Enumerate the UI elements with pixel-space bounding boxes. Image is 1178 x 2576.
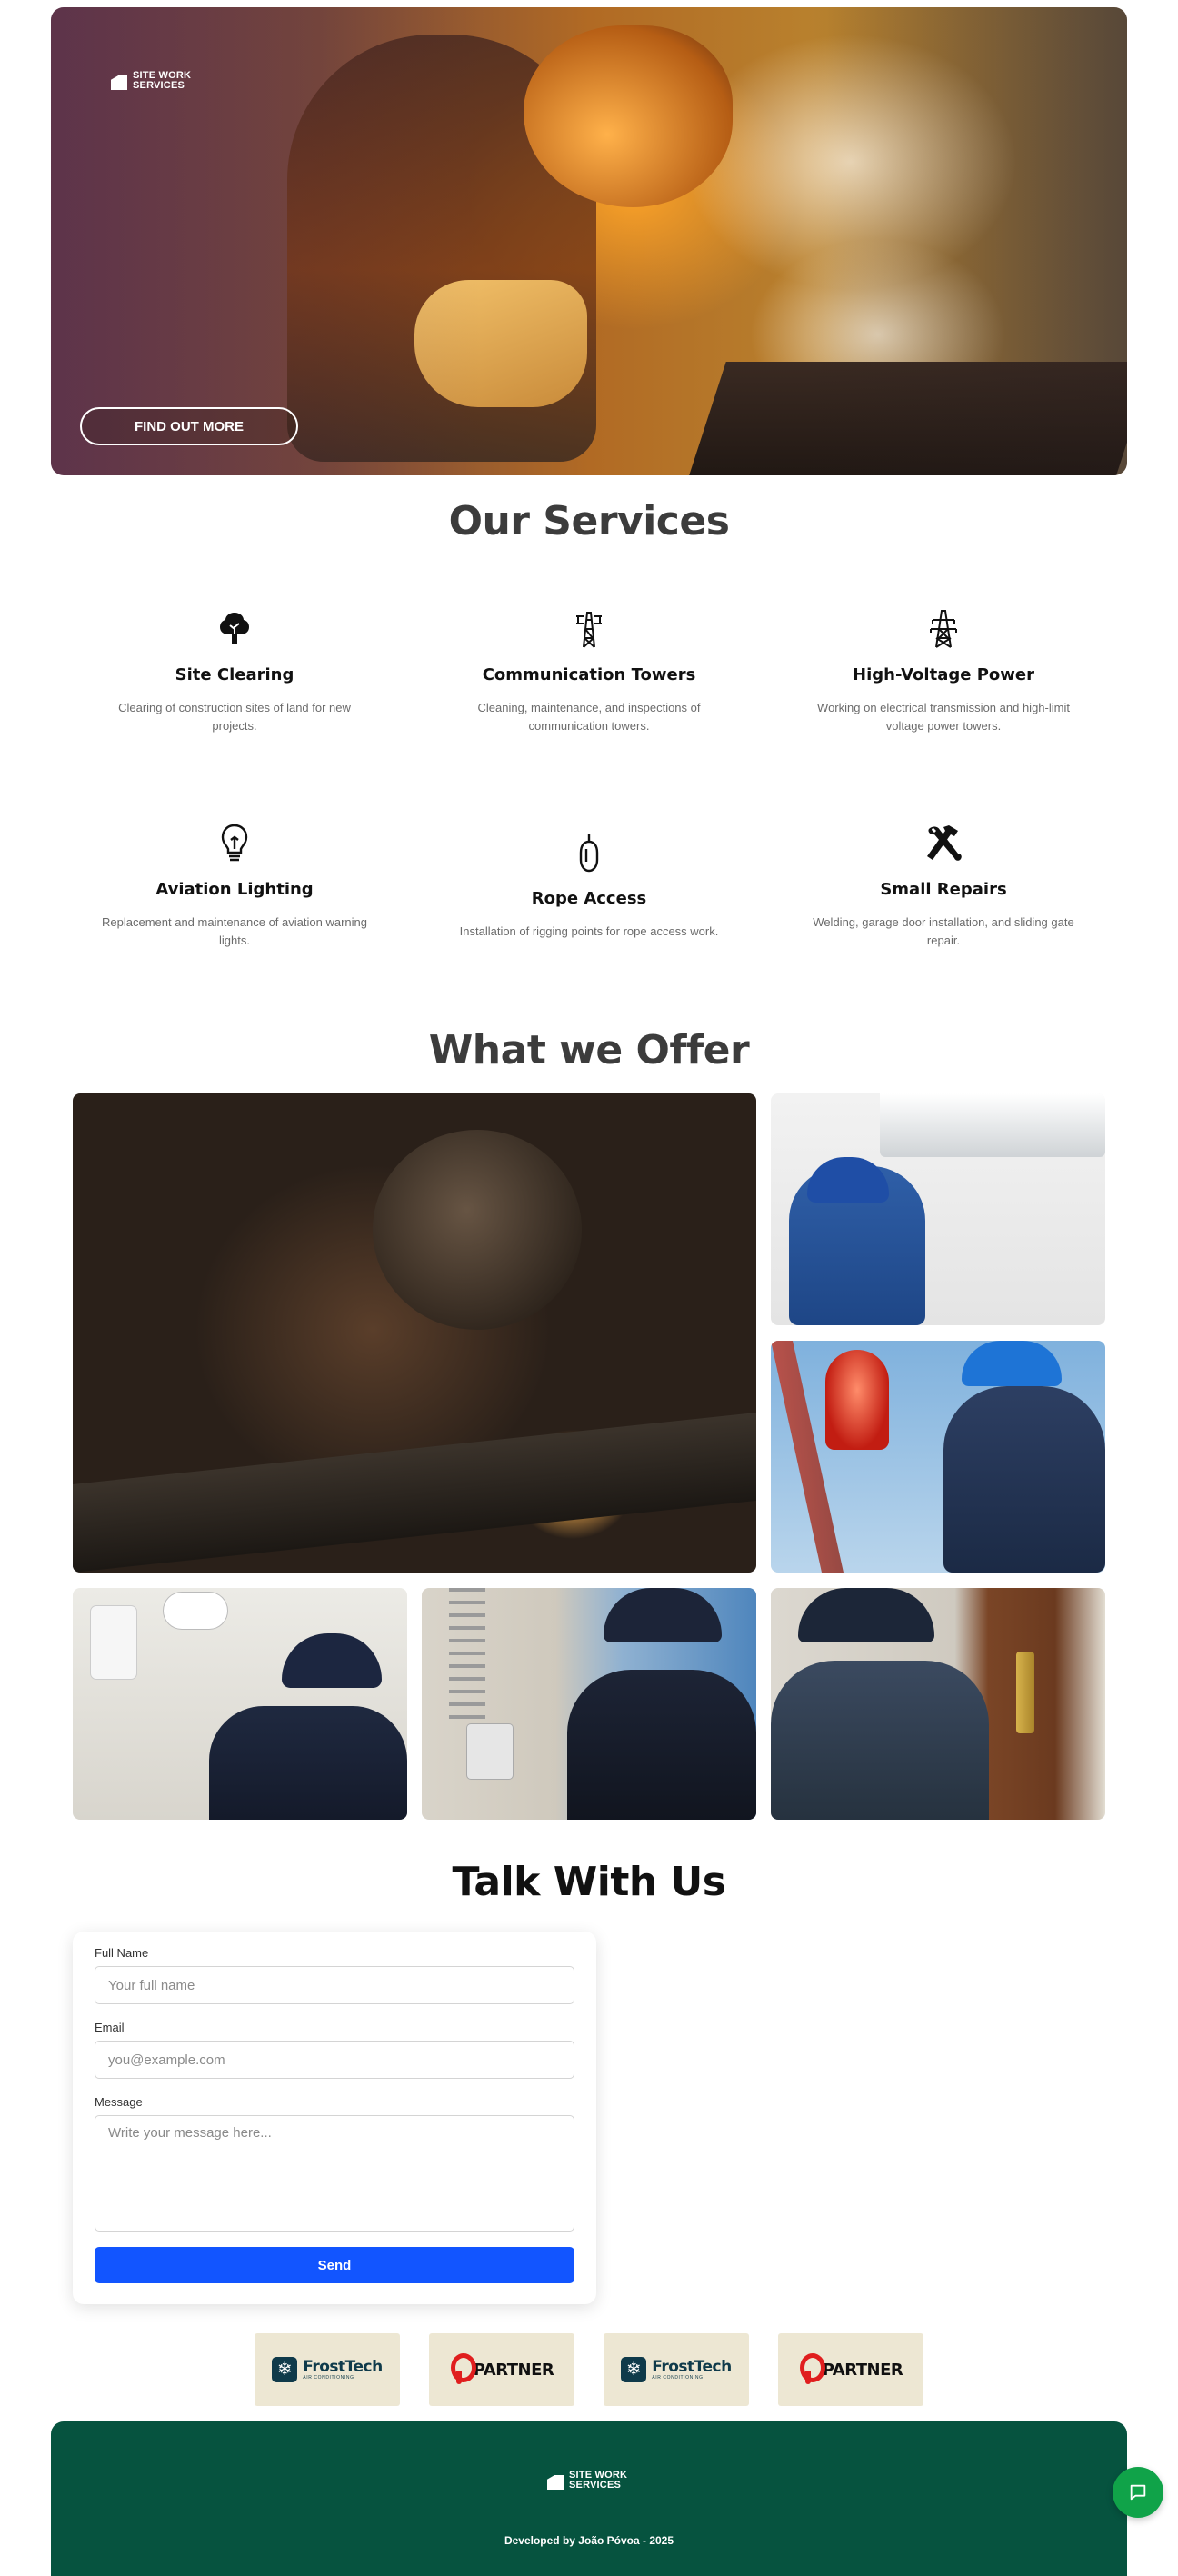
partner-logo-pin[interactable]: PARTNER xyxy=(778,2333,923,2406)
service-title: Small Repairs xyxy=(880,880,1007,899)
service-description: Working on electrical transmission and h… xyxy=(817,701,1070,733)
contact-title: Talk With Us xyxy=(452,1859,726,1905)
partner-logo-pin[interactable]: PARTNER xyxy=(429,2333,574,2406)
communication-tower-icon xyxy=(576,612,602,648)
footer-credit: Developed by João Póvoa - 2025 xyxy=(504,2534,674,2547)
offer-image-air-conditioning xyxy=(771,1093,1105,1325)
send-button[interactable]: Send xyxy=(95,2247,574,2283)
chat-bubble-icon xyxy=(1130,2484,1146,2501)
message-textarea[interactable] xyxy=(95,2115,574,2232)
carabiner-icon xyxy=(579,834,599,873)
partner-name: PARTNER xyxy=(473,2360,554,2380)
logo-line-2: SERVICES xyxy=(133,80,185,91)
hero-banner: SITE WORK SERVICES FIND OUT MORE xyxy=(51,7,1127,475)
partner-subtitle: AIR CONDITIONING xyxy=(652,2374,704,2381)
partner-logo-frosttech[interactable]: ❄ FrostTech AIR CONDITIONING xyxy=(604,2333,749,2406)
service-rope-access: Rope Access Installation of rigging poin… xyxy=(444,831,734,941)
full-name-label: Full Name xyxy=(95,1946,149,1960)
snowflake-icon: ❄ xyxy=(621,2357,647,2382)
hammer-wrench-icon xyxy=(927,825,962,861)
power-pylon-icon xyxy=(930,610,957,648)
partner-name: FrostTech xyxy=(303,2357,383,2376)
service-title: High-Voltage Power xyxy=(853,665,1034,684)
service-description: Clearing of construction sites of land f… xyxy=(118,701,351,733)
service-title: Communication Towers xyxy=(482,665,696,684)
service-site-clearing: Site Clearing Clearing of construction s… xyxy=(89,607,380,735)
location-pin-icon xyxy=(450,2353,476,2386)
email-input[interactable] xyxy=(95,2041,574,2079)
site-logo[interactable]: SITE WORK SERVICES xyxy=(111,71,191,91)
snowflake-icon: ❄ xyxy=(272,2357,298,2382)
service-aviation-lighting: Aviation Lighting Replacement and mainte… xyxy=(89,822,380,950)
offer-image-aviation-light xyxy=(771,1341,1105,1573)
lightbulb-icon xyxy=(221,824,248,862)
location-pin-icon xyxy=(799,2353,825,2386)
service-small-repairs: Small Repairs Welding, garage door insta… xyxy=(798,822,1089,950)
service-description: Replacement and maintenance of aviation … xyxy=(102,915,367,947)
offer-title: What we Offer xyxy=(428,1027,750,1073)
partner-name: FrostTech xyxy=(652,2357,732,2376)
find-out-more-button[interactable]: FIND OUT MORE xyxy=(80,407,298,445)
partner-logo-frosttech[interactable]: ❄ FrostTech AIR CONDITIONING xyxy=(255,2333,400,2406)
service-description: Welding, garage door installation, and s… xyxy=(813,915,1074,947)
email-label: Email xyxy=(95,2021,125,2034)
logo-line-2: SERVICES xyxy=(569,2480,622,2491)
service-title: Rope Access xyxy=(531,889,647,908)
message-label: Message xyxy=(95,2095,143,2109)
service-title: Aviation Lighting xyxy=(155,880,314,899)
service-high-voltage-power: High-Voltage Power Working on electrical… xyxy=(798,607,1089,735)
building-logo-icon xyxy=(111,72,127,90)
contact-form: Full Name Email Message Send xyxy=(73,1932,596,2304)
footer-logo[interactable]: SITE WORK SERVICES xyxy=(547,2471,627,2491)
offer-image-door-lock xyxy=(771,1588,1105,1820)
services-title: Our Services xyxy=(448,498,730,544)
service-title: Site Clearing xyxy=(175,665,294,684)
offer-image-security-camera xyxy=(73,1588,407,1820)
partner-subtitle: AIR CONDITIONING xyxy=(303,2374,354,2381)
offer-image-antenna xyxy=(422,1588,756,1820)
service-description: Cleaning, maintenance, and inspections o… xyxy=(477,701,701,733)
partner-name: PARTNER xyxy=(822,2360,903,2380)
footer: SITE WORK SERVICES Developed by João Póv… xyxy=(51,2421,1127,2576)
full-name-input[interactable] xyxy=(95,1966,574,2004)
tree-icon xyxy=(220,613,249,644)
service-communication-towers: Communication Towers Cleaning, maintenan… xyxy=(444,607,734,735)
offer-image-welding xyxy=(73,1093,756,1573)
chat-button[interactable] xyxy=(1113,2467,1163,2518)
building-logo-icon xyxy=(547,2471,564,2490)
service-description: Installation of rigging points for rope … xyxy=(459,924,719,938)
